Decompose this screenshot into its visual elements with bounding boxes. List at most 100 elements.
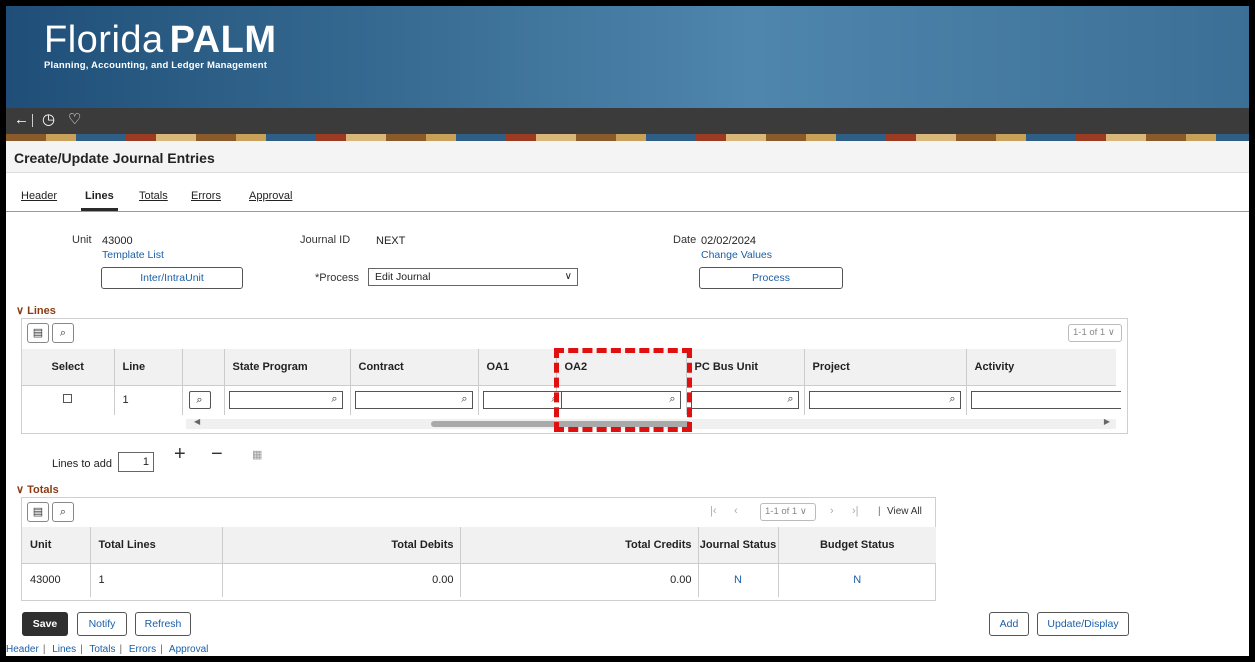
totals-table: Unit Total Lines Total Debits Total Cred… [22, 527, 936, 597]
budget-status-link[interactable]: N [778, 563, 936, 597]
lines-to-add-input[interactable]: 1 [118, 452, 154, 472]
grid-personalize-icon[interactable]: ▤ [27, 502, 49, 522]
process-select[interactable]: Edit Journal ∨ [368, 268, 578, 286]
select-checkbox[interactable] [63, 394, 73, 404]
banner: Florida PALM Planning, Accounting, and Le… [6, 6, 1249, 108]
view-all-link[interactable]: View All [887, 506, 922, 517]
tab-lines[interactable]: Lines [81, 190, 118, 211]
update-display-button[interactable]: Update/Display [1037, 612, 1129, 636]
journal-status-link[interactable]: N [698, 563, 779, 597]
grid-search-icon[interactable]: ⌕ [52, 502, 74, 522]
last-page-icon[interactable]: ›| [852, 505, 859, 517]
chevron-down-icon: ∨ [16, 305, 28, 317]
search-icon[interactable]: ⌕ [461, 393, 467, 406]
footer-link-totals[interactable]: Totals [89, 644, 115, 655]
lines-pager-select[interactable]: 1-1 of 1 ∨ [1068, 324, 1122, 342]
scroll-right-icon[interactable]: ▶ [1104, 417, 1110, 426]
date-label: Date [673, 234, 697, 246]
change-values-link[interactable]: Change Values [701, 249, 772, 261]
pager-divider: | [878, 506, 881, 517]
logo-subtitle: Planning, Accounting, and Ledger Managem… [44, 60, 268, 71]
col-total-debits: Total Debits [222, 527, 461, 564]
refresh-button[interactable]: Refresh [135, 612, 191, 636]
lookup-cell: ⌕ [182, 385, 225, 415]
lines-section-header[interactable]: ∨ Lines [16, 304, 56, 317]
tab-totals[interactable]: Totals [139, 190, 168, 202]
chevron-down-icon: ∨ [16, 484, 28, 496]
totals-section-header[interactable]: ∨ Totals [16, 483, 59, 496]
app-window: Florida PALM Planning, Accounting, and Le… [6, 6, 1249, 656]
unit-label: Unit [72, 234, 92, 246]
footer-links: Header | Lines | Totals | Errors | Approval [6, 644, 209, 655]
activity-input[interactable] [970, 391, 1121, 410]
totals-lines-value: 1 [90, 563, 223, 597]
lines-to-add-label: Lines to add [52, 458, 112, 470]
select-cell [22, 385, 115, 415]
totals-header-row: Unit Total Lines Total Debits Total Cred… [22, 527, 936, 564]
col-project: Project [804, 349, 967, 386]
totals-pager-text: 1-1 of 1 [765, 506, 798, 517]
project-cell: ⌕ [804, 385, 967, 415]
back-arrow-icon[interactable]: ← [14, 112, 29, 128]
search-icon[interactable]: ⌕ [949, 393, 955, 406]
lines-section-label: Lines [27, 305, 56, 317]
tab-header[interactable]: Header [21, 190, 57, 202]
save-button[interactable]: Save [22, 612, 68, 636]
oa1-input[interactable]: ⌕ [482, 391, 563, 410]
footer-link-header[interactable]: Header [6, 644, 39, 655]
tab-approval[interactable]: Approval [249, 190, 292, 202]
add-button[interactable]: Add [989, 612, 1029, 636]
totals-debits-value: 0.00 [222, 563, 461, 597]
col-journal-status: Journal Status [698, 527, 779, 564]
florida-palm-logo: Florida PALM Planning, Accounting, and Le… [44, 20, 277, 71]
journal-id-value: NEXT [376, 235, 406, 247]
col-total-lines: Total Lines [90, 527, 223, 564]
logo-text-florida: Florida [44, 19, 164, 61]
first-page-icon[interactable]: |‹ [710, 505, 717, 517]
unit-value: 43000 [102, 235, 133, 247]
col-blank [182, 349, 225, 386]
page-titlebar: Create/Update Journal Entries [6, 141, 1249, 173]
remove-row-icon[interactable]: − [211, 443, 223, 466]
tab-bar: Header Lines Totals Errors Approval [6, 186, 1249, 212]
process-button[interactable]: Process [699, 267, 843, 289]
notify-button[interactable]: Notify [77, 612, 127, 636]
favorites-heart-icon[interactable]: ♡ [68, 112, 81, 128]
pc-bus-unit-cell: ⌕ [686, 385, 805, 415]
process-select-value: Edit Journal [375, 271, 431, 283]
highlight-box-oa2 [554, 348, 692, 432]
next-page-icon[interactable]: › [830, 505, 834, 517]
process-label: *Process [315, 272, 360, 284]
footer-link-errors[interactable]: Errors [129, 644, 156, 655]
totals-section-label: Totals [27, 484, 59, 496]
table-row: 43000 1 0.00 0.00 N N [22, 563, 936, 597]
previous-page-icon[interactable]: ‹ [734, 505, 738, 517]
tab-errors[interactable]: Errors [191, 190, 221, 202]
lines-pager-text: 1-1 of 1 [1073, 327, 1106, 338]
totals-credits-value: 0.00 [460, 563, 699, 597]
contract-input[interactable]: ⌕ [354, 391, 473, 410]
footer-link-approval[interactable]: Approval [169, 644, 208, 655]
search-icon[interactable]: ⌕ [188, 391, 211, 410]
oa1-cell: ⌕ [478, 385, 563, 415]
col-total-credits: Total Credits [460, 527, 699, 564]
inter-intraunit-button[interactable]: Inter/IntraUnit [101, 267, 243, 289]
decorative-stripe [6, 134, 1249, 141]
grid-personalize-icon[interactable]: ▤ [27, 323, 49, 343]
scroll-left-icon[interactable]: ◀ [194, 417, 200, 426]
pc-bus-unit-input[interactable]: ⌕ [690, 391, 799, 410]
search-icon[interactable]: ⌕ [787, 393, 793, 406]
history-icon[interactable]: ◷ [42, 112, 55, 128]
totals-pager-select[interactable]: 1-1 of 1 ∨ [760, 503, 816, 521]
grid-search-icon[interactable]: ⌕ [52, 323, 74, 343]
search-icon[interactable]: ⌕ [331, 393, 337, 406]
state-program-input[interactable]: ⌕ [228, 391, 343, 410]
add-row-icon[interactable]: + [174, 443, 186, 466]
col-state-program: State Program [224, 349, 351, 386]
template-list-link[interactable]: Template List [102, 249, 164, 261]
footer-link-lines[interactable]: Lines [52, 644, 76, 655]
delete-icon[interactable]: ▦ [252, 448, 262, 461]
contract-cell: ⌕ [350, 385, 479, 415]
logo-text-palm: PALM [169, 19, 277, 61]
project-input[interactable]: ⌕ [808, 391, 961, 410]
